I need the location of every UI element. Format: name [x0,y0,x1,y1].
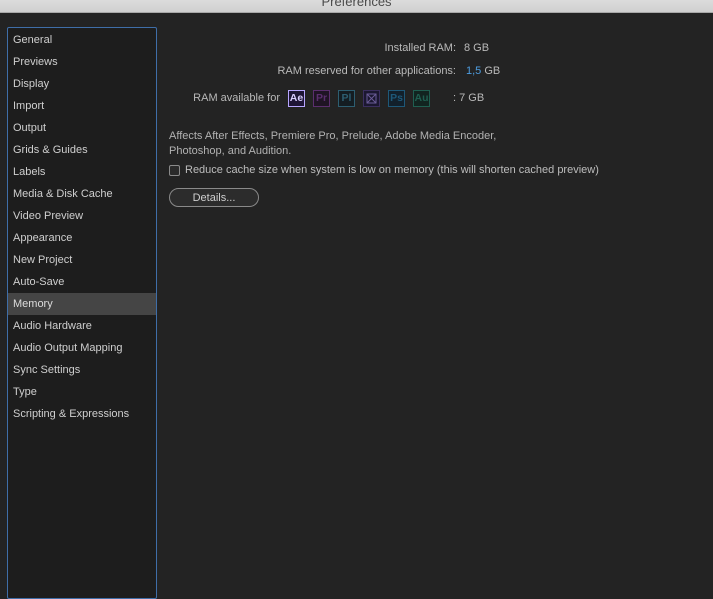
available-ram-label: RAM available for [193,92,280,104]
app-icons-row: Ae Pr Pl Ps Au [288,90,430,108]
sidebar-item-labels[interactable]: Labels [8,161,156,183]
reduce-cache-row: Reduce cache size when system is low on … [169,164,599,176]
after-effects-icon: Ae [288,90,305,107]
prelude-icon: Pl [338,90,355,107]
sidebar-item-general[interactable]: General [8,29,156,51]
installed-ram-value: 8 GB [464,42,490,54]
details-button[interactable]: Details... [169,188,259,207]
sidebar-item-import[interactable]: Import [8,95,156,117]
sidebar-item-grids-guides[interactable]: Grids & Guides [8,139,156,161]
sidebar-item-audio-hardware[interactable]: Audio Hardware [8,315,156,337]
media-encoder-glyph [366,93,377,104]
available-ram-value: : 7 GB [453,92,485,104]
reserved-ram-unit: GB [484,65,501,77]
affects-line-1: Affects After Effects, Premiere Pro, Pre… [169,130,497,142]
sidebar-item-video-preview[interactable]: Video Preview [8,205,156,227]
reserved-ram-value-group: 1,5 GB [466,65,500,77]
sidebar-item-auto-save[interactable]: Auto-Save [8,271,156,293]
affects-line-2: Photoshop, and Audition. [169,145,292,157]
sidebar-item-audio-output-mapping[interactable]: Audio Output Mapping [8,337,156,359]
audition-icon: Au [413,90,430,107]
preferences-sidebar: General Previews Display Import Output G… [7,27,157,599]
sidebar-item-type[interactable]: Type [8,381,156,403]
reduce-cache-label: Reduce cache size when system is low on … [185,164,599,176]
installed-ram-label: Installed RAM: [384,42,456,54]
affects-description: Affects After Effects, Premiere Pro, Pre… [169,129,496,159]
sidebar-item-media-disk-cache[interactable]: Media & Disk Cache [8,183,156,205]
sidebar-item-appearance[interactable]: Appearance [8,227,156,249]
photoshop-icon: Ps [388,90,405,107]
reduce-cache-checkbox[interactable] [169,164,180,176]
sidebar-list: General Previews Display Import Output G… [8,28,156,425]
sidebar-item-previews[interactable]: Previews [8,51,156,73]
sidebar-item-scripting-expressions[interactable]: Scripting & Expressions [8,403,156,425]
sidebar-item-output[interactable]: Output [8,117,156,139]
reserved-ram-label: RAM reserved for other applications: [277,65,456,77]
sidebar-item-display[interactable]: Display [8,73,156,95]
sidebar-item-sync-settings[interactable]: Sync Settings [8,359,156,381]
sidebar-item-new-project[interactable]: New Project [8,249,156,271]
premiere-pro-icon: Pr [313,90,330,107]
memory-panel: Installed RAM: 8 GB RAM reserved for oth… [160,12,713,587]
reserved-ram-value[interactable]: 1,5 [466,65,481,77]
media-encoder-icon [363,90,380,107]
window-title: Preferences [321,0,392,9]
sidebar-item-memory[interactable]: Memory [8,293,156,315]
